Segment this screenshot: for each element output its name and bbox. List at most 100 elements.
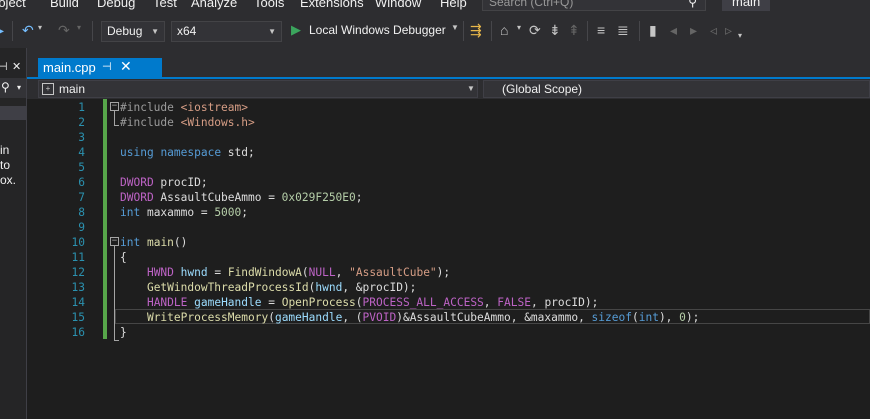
project-select[interactable]: + main ▼ [38, 80, 478, 98]
document-tab-row: main.cpp ⊣ ✕ [27, 48, 870, 78]
undo-icon[interactable]: ↶ [22, 22, 34, 38]
start-debugging-icon[interactable]: ▶ [291, 22, 301, 38]
code-text: } [120, 325, 127, 340]
redo-icon[interactable]: ↷ [58, 22, 70, 38]
code-token: ( [355, 296, 363, 309]
code-token: <iostream> [180, 101, 248, 114]
code-token: FindWindowA [227, 266, 302, 279]
code-token: ( [268, 311, 275, 324]
toolbar-separator [12, 21, 13, 41]
toolbar-overflow-icon[interactable]: ▾ [738, 31, 742, 40]
code-token: ); [436, 266, 451, 279]
solution-explorer-panel: ⊣ ✕ ⚲ ▾ in to ox. [0, 48, 27, 419]
menu-item-window[interactable]: Window [375, 0, 421, 10]
menu-item-test[interactable]: Test [153, 0, 177, 10]
scope-value: (Global Scope) [502, 82, 583, 96]
browser-dropdown-icon[interactable]: ▾ [517, 23, 521, 32]
panel-text-line: to [0, 158, 11, 172]
code-text: WriteProcessMemory(gameHandle, (PVOID)&A… [120, 310, 699, 325]
tab-main-cpp[interactable]: main.cpp ⊣ ✕ [38, 58, 162, 78]
code-token: hwnd [180, 266, 208, 279]
code-line: 4 using namespace std; [27, 145, 870, 160]
line-number: 13 [71, 281, 85, 294]
code-token: #include [120, 101, 181, 114]
line-number: 15 [71, 311, 85, 324]
code-token: , [483, 296, 498, 309]
step-over-icon[interactable]: ⇞ [568, 22, 580, 38]
redo-dropdown-icon[interactable]: ▾ [77, 23, 81, 32]
code-token: AssaultCubeAmmo = [153, 191, 282, 204]
code-token: 5000 [214, 206, 242, 219]
menu-item-analyze[interactable]: Analyze [191, 0, 237, 10]
code-token: 0 [679, 311, 686, 324]
toolbar-separator [639, 21, 640, 41]
start-debugging-button[interactable]: Local Windows Debugger [309, 23, 446, 37]
panel-selected-row[interactable] [0, 106, 26, 120]
code-token: DWORD [120, 176, 154, 189]
line-number: 11 [71, 251, 85, 264]
platform-select[interactable]: x64 ▼ [171, 21, 282, 42]
code-token: GetWindowThreadProcessId [146, 281, 309, 294]
chevron-down-icon: ▼ [151, 27, 159, 36]
code-text: HWND hwnd = FindWindowA(NULL, "AssaultCu… [120, 265, 450, 280]
browser-link-icon[interactable]: ⌂ [500, 22, 508, 38]
code-token: int [120, 236, 141, 249]
chevron-down-icon: ▼ [467, 84, 475, 93]
uncomment-lines-icon[interactable]: ≣ [617, 22, 629, 38]
code-token: NULL [308, 266, 336, 279]
menu-item-extensions[interactable]: Extensions [300, 0, 364, 10]
code-token: 0x029F250E0 [281, 191, 356, 204]
menu-item-help[interactable]: Help [440, 0, 467, 10]
code-text: #include <iostream> [120, 100, 248, 115]
previous-bookmark-icon[interactable]: ◂ [670, 22, 677, 38]
close-icon[interactable]: ✕ [120, 57, 132, 76]
code-line: 2 #include <Windows.h> [27, 115, 870, 130]
menu-item-debug[interactable]: Debug [97, 0, 135, 10]
pin-icon[interactable]: ⊣ [102, 58, 112, 77]
code-line: 16} [27, 325, 870, 340]
configuration-select[interactable]: Debug ▼ [101, 21, 165, 42]
code-token: , procID); [530, 296, 599, 309]
code-editor[interactable]: − − 1 #include <iostream> 2 #include <Windo… [27, 99, 870, 419]
comment-lines-icon[interactable]: ≡ [597, 22, 605, 38]
menu-item-roject[interactable]: roject [0, 0, 26, 10]
navigate-forward-icon[interactable]: ▸ [0, 22, 4, 38]
menu-bar: Help Window Extensions Tools Analyze Test Debu… [0, 0, 870, 12]
line-number: 10 [71, 236, 85, 249]
menu-item-build[interactable]: Build [50, 0, 79, 10]
code-line: 15 WriteProcessMemory(gameHandle, (PVOID… [27, 310, 870, 325]
line-number: 6 [78, 176, 85, 189]
attach-process-icon[interactable]: ⇶ [470, 22, 482, 38]
code-text: int maxammo = 5000; [120, 205, 248, 220]
code-token: using [120, 146, 154, 159]
scope-select[interactable]: (Global Scope) [483, 80, 870, 98]
previous-bookmark-folder-icon[interactable]: ◃ [710, 22, 717, 38]
code-token: int [638, 311, 659, 324]
close-icon[interactable]: ✕ [12, 60, 26, 76]
code-line: 14 HANDLE gameHandle = OpenProcess(PROCE… [27, 295, 870, 310]
line-number: 3 [78, 131, 85, 144]
code-token: main [146, 236, 174, 249]
panel-search-input[interactable]: ⚲ ▾ [0, 78, 26, 98]
debugger-dropdown-icon[interactable]: ▼ [451, 23, 459, 32]
step-into-icon[interactable]: ⇟ [549, 22, 561, 38]
code-text: DWORD procID; [120, 175, 208, 190]
undo-dropdown-icon[interactable]: ▾ [38, 23, 42, 32]
line-number: 16 [71, 326, 85, 339]
next-bookmark-icon[interactable]: ▸ [690, 22, 697, 38]
line-number: 8 [78, 206, 85, 219]
line-number: 1 [78, 101, 85, 114]
clear-bookmarks-icon[interactable]: ▹ [725, 22, 732, 38]
hot-reload-icon[interactable]: ⟳ [529, 22, 541, 38]
chevron-down-icon: ▾ [17, 83, 22, 92]
menu-item-tools[interactable]: Tools [254, 0, 284, 10]
code-token: , [335, 266, 350, 279]
search-input[interactable]: Search (Ctrl+Q) ⚲ [482, 0, 706, 11]
bookmark-icon[interactable]: ▮ [649, 22, 657, 38]
navigation-bar: + main ▼ (Global Scope) [27, 79, 870, 99]
code-token: ); [685, 311, 700, 324]
